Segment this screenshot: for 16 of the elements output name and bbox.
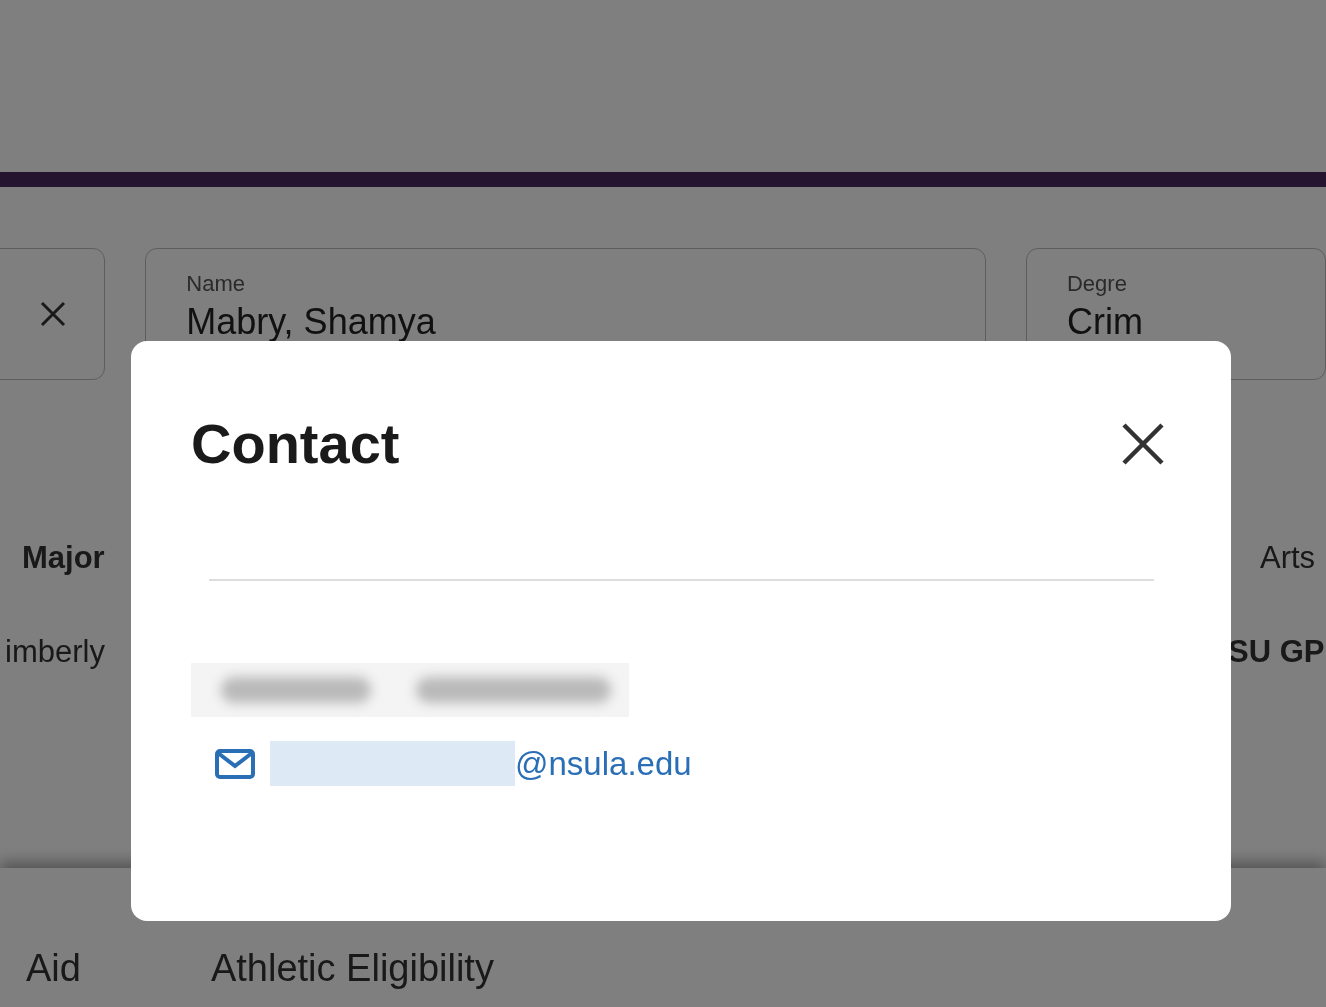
summary-text: SU GP	[1228, 634, 1325, 670]
summary-text: Major	[21, 540, 105, 576]
field-label: Name	[186, 271, 246, 297]
field-label: Degre	[1067, 271, 1128, 297]
email-link[interactable]: @nsula.edu	[515, 744, 692, 783]
summary-text: Arts	[1259, 540, 1316, 576]
mail-icon	[215, 748, 255, 779]
summary-text: imberly	[4, 634, 105, 670]
field-value: Crim	[1067, 301, 1144, 343]
field-value: Mabry, Shamya	[186, 301, 437, 343]
tab[interactable]: Athletic Eligibility	[210, 946, 494, 990]
dialog-title: Contact	[191, 411, 400, 476]
close-button[interactable]	[1121, 421, 1165, 466]
close-icon	[39, 301, 66, 327]
tab[interactable]: Aid	[26, 946, 81, 990]
close-icon	[1121, 421, 1165, 466]
